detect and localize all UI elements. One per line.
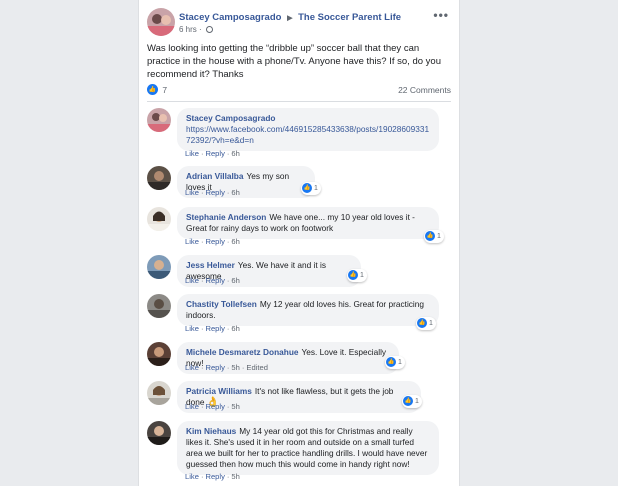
comment-timestamp[interactable]: 6h: [231, 237, 239, 246]
comment: Kim Niehaus My 14 year old got this for C…: [147, 421, 447, 483]
caret-right-icon: ▶: [287, 15, 293, 22]
comment-bubble: Stacey Camposagrado https://www.facebook…: [177, 108, 439, 151]
comment-timestamp[interactable]: 6h: [231, 188, 239, 197]
reply-button[interactable]: Reply: [205, 472, 224, 481]
like-reaction-icon: 👍: [417, 318, 427, 328]
comment: Stephanie Anderson We have one... my 10 y…: [147, 207, 447, 249]
post-stats: 👍 7 22 Comments: [147, 84, 451, 98]
post-timestamp[interactable]: 6 hrs: [179, 25, 197, 34]
comment: Chastity Tollefsen My 12 year old loves h…: [147, 294, 447, 336]
comment-author[interactable]: Stephanie Anderson: [186, 212, 266, 222]
reply-button[interactable]: Reply: [205, 149, 224, 158]
reply-button[interactable]: Reply: [205, 363, 224, 372]
edited-label[interactable]: Edited: [246, 363, 268, 372]
reply-button[interactable]: Reply: [205, 402, 224, 411]
comment-bubble: Chastity Tollefsen My 12 year old loves h…: [177, 294, 439, 326]
reaction-count: 1: [437, 233, 441, 240]
comment-reactions[interactable]: 👍 1: [402, 395, 422, 408]
like-comment-button[interactable]: Like: [185, 363, 199, 372]
comment-bubble: Kim Niehaus My 14 year old got this for C…: [177, 421, 439, 475]
like-reaction-icon: 👍: [403, 396, 413, 406]
comment-actions: Like · Reply · 6h: [185, 324, 240, 333]
page-background-right: [458, 0, 618, 486]
reply-button[interactable]: Reply: [205, 276, 224, 285]
comment: Adrian Villalba Yes my son loves it 👍 1 Li…: [147, 166, 447, 198]
comment-actions: Like · Reply · 6h: [185, 188, 240, 197]
group-name-link[interactable]: The Soccer Parent Life: [298, 12, 401, 23]
like-comment-button[interactable]: Like: [185, 472, 199, 481]
commenter-avatar[interactable]: [147, 255, 171, 279]
commenter-avatar[interactable]: [147, 207, 171, 231]
comment-actions: Like · Reply · 6h: [185, 276, 240, 285]
comment-link[interactable]: https://www.facebook.com/446915285433638…: [186, 124, 430, 146]
post-card: Stacey Camposagrado ▶ The Soccer Parent …: [138, 0, 460, 486]
commenter-avatar[interactable]: [147, 294, 171, 318]
comment-actions: Like · Reply · 5h · Edited: [185, 363, 268, 372]
comment-author[interactable]: Jess Helmer: [186, 260, 235, 270]
comment-actions: Like · Reply · 5h: [185, 402, 240, 411]
comment-reactions[interactable]: 👍 1: [416, 317, 436, 330]
comment-author[interactable]: Kim Niehaus: [186, 426, 236, 436]
commenter-avatar[interactable]: [147, 166, 171, 190]
like-count[interactable]: 7: [162, 85, 167, 95]
comment-reactions[interactable]: 👍 1: [347, 269, 367, 282]
reaction-count: 1: [398, 359, 402, 366]
comment-reactions[interactable]: 👍 1: [301, 182, 321, 195]
like-reaction-icon: 👍: [386, 357, 396, 367]
post-author-avatar[interactable]: [147, 8, 175, 36]
post-meta: 6 hrs ·: [179, 25, 213, 34]
comment: Patricia Williams It's not like flawless,…: [147, 381, 447, 413]
comment-timestamp[interactable]: 5h: [231, 472, 239, 481]
comment: Michele Desmaretz Donahue Yes. Love it. E…: [147, 342, 447, 374]
comment-actions: Like · Reply · 6h: [185, 149, 240, 158]
comment-timestamp[interactable]: 6h: [231, 276, 239, 285]
reaction-count: 1: [314, 185, 318, 192]
comment-reactions[interactable]: 👍 1: [424, 230, 444, 243]
comment-timestamp[interactable]: 6h: [231, 149, 239, 158]
comment-actions: Like · Reply · 6h: [185, 237, 240, 246]
reply-button[interactable]: Reply: [205, 237, 224, 246]
post-author-line: Stacey Camposagrado ▶ The Soccer Parent …: [179, 12, 401, 23]
post-author-name[interactable]: Stacey Camposagrado: [179, 12, 281, 23]
comment-bubble: Stephanie Anderson We have one... my 10 y…: [177, 207, 439, 239]
comment-reactions[interactable]: 👍 1: [385, 356, 405, 369]
comments-count-link[interactable]: 22 Comments: [398, 85, 451, 95]
commenter-avatar[interactable]: [147, 381, 171, 405]
comment-author[interactable]: Chastity Tollefsen: [186, 299, 257, 309]
comment-author[interactable]: Stacey Camposagrado: [186, 113, 427, 124]
post-text: Was looking into getting the “dribble up…: [147, 43, 441, 80]
comment: Jess Helmer Yes. We have it and it is awe…: [147, 255, 447, 287]
like-reaction-icon: 👍: [425, 231, 435, 241]
privacy-group-icon[interactable]: [205, 26, 213, 33]
reaction-count: 1: [360, 272, 364, 279]
reaction-count: 1: [415, 398, 419, 405]
commenter-avatar[interactable]: [147, 108, 171, 132]
like-reaction-icon: 👍: [348, 270, 358, 280]
reaction-count: 1: [429, 320, 433, 327]
post-header: Stacey Camposagrado ▶ The Soccer Parent …: [147, 8, 451, 42]
reply-button[interactable]: Reply: [205, 188, 224, 197]
comment-author[interactable]: Adrian Villalba: [186, 171, 243, 181]
page-background-left: [0, 0, 138, 486]
like-reaction-icon: 👍: [302, 183, 312, 193]
comment-timestamp[interactable]: 6h: [231, 324, 239, 333]
comment-author[interactable]: Patricia Williams: [186, 386, 252, 396]
like-comment-button[interactable]: Like: [185, 324, 199, 333]
comment: Stacey Camposagrado https://www.facebook…: [147, 108, 447, 158]
divider: [147, 101, 451, 102]
comment-actions: Like · Reply · 5h: [185, 472, 240, 481]
like-comment-button[interactable]: Like: [185, 188, 199, 197]
commenter-avatar[interactable]: [147, 342, 171, 366]
like-reaction-icon[interactable]: 👍: [147, 84, 158, 96]
reply-button[interactable]: Reply: [205, 324, 224, 333]
like-comment-button[interactable]: Like: [185, 237, 199, 246]
like-comment-button[interactable]: Like: [185, 276, 199, 285]
comment-timestamp[interactable]: 5h: [231, 402, 239, 411]
like-comment-button[interactable]: Like: [185, 402, 199, 411]
comment-timestamp[interactable]: 5h: [231, 363, 239, 372]
like-comment-button[interactable]: Like: [185, 149, 199, 158]
commenter-avatar[interactable]: [147, 421, 171, 445]
more-options-button[interactable]: •••: [433, 8, 449, 22]
comment-author[interactable]: Michele Desmaretz Donahue: [186, 347, 299, 357]
